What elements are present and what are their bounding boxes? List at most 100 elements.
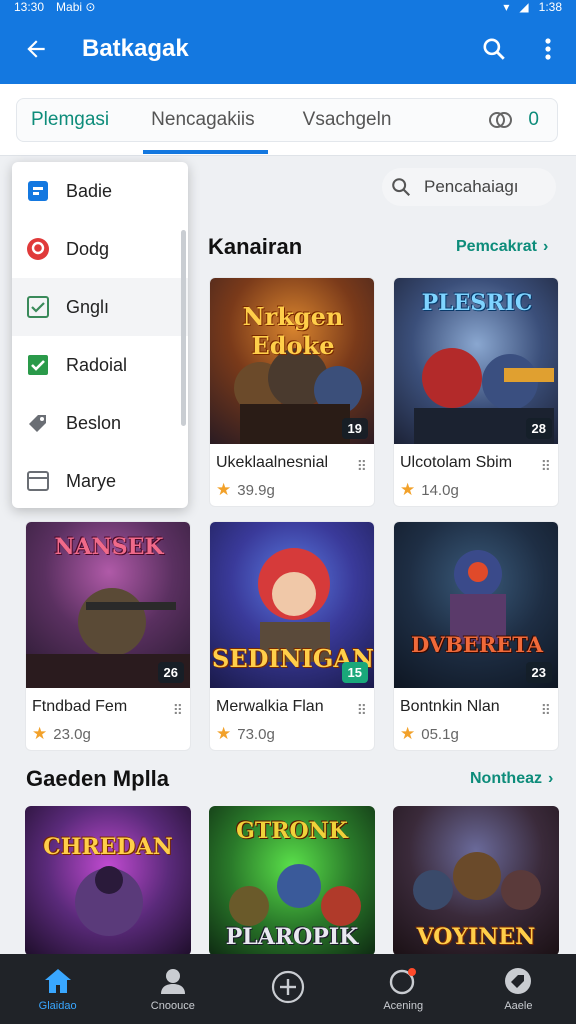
nav-home[interactable]: Glaidao xyxy=(0,954,115,1024)
tag-icon xyxy=(29,415,46,432)
game-art-subtitle: PLAROPIK xyxy=(225,924,359,950)
toggle-icon xyxy=(489,112,513,128)
game-rating-value: 39.9g xyxy=(237,481,275,499)
nav-add[interactable] xyxy=(230,954,345,1024)
section-title: Kanairan xyxy=(208,234,303,259)
nav-tags[interactable]: Aaele xyxy=(461,954,576,1024)
game-rating-value: 14.0g xyxy=(421,481,459,499)
more-dots-icon[interactable]: ⠿ xyxy=(541,458,551,475)
section-see-all-link[interactable]: Nontheaz › xyxy=(470,770,553,788)
game-badge: 23 xyxy=(525,662,552,683)
more-vert-icon xyxy=(545,38,551,60)
dropdown-item[interactable]: Gnglı xyxy=(12,278,188,336)
tab-extra-count: 0 xyxy=(528,109,539,130)
dropdown-item-label: Beslon xyxy=(66,412,122,433)
game-art-title: DVBERETA xyxy=(410,632,544,657)
status-time: 13:30 xyxy=(14,0,45,14)
nav-label: Aaele xyxy=(504,1000,533,1012)
app-bar: Batkagak xyxy=(0,14,576,84)
game-name: Ftndbad Fem xyxy=(32,698,128,715)
star-icon: ★ xyxy=(400,724,416,743)
game-rating: ★ 05.1g xyxy=(400,724,459,744)
dropdown-item[interactable]: Badie xyxy=(12,162,188,220)
dropdown-scrollbar[interactable] xyxy=(181,230,186,426)
star-icon: ★ xyxy=(216,480,232,499)
nav-label: Cnoouce xyxy=(150,1000,195,1012)
search-icon xyxy=(483,38,505,60)
notification-icon xyxy=(390,968,417,995)
tab-vsachgeln[interactable]: Vsachgeln xyxy=(303,98,392,142)
game-name: Merwalkia Flan xyxy=(216,698,324,715)
status-battery: 1:38 xyxy=(538,0,562,14)
tab-extra[interactable]: 0 xyxy=(488,109,539,131)
more-dots-icon[interactable]: ⠿ xyxy=(357,702,367,719)
dropdown-item-label: Dodg xyxy=(66,238,110,259)
profile-icon xyxy=(160,969,185,994)
tab-nencagakiis[interactable]: Nencagakiis xyxy=(151,98,255,142)
page-title: Batkagak xyxy=(82,35,189,62)
dropdown-item[interactable]: Marye xyxy=(12,452,188,508)
nav-label: Acening xyxy=(383,1000,424,1012)
dropdown-item-label: Radoial xyxy=(66,354,128,375)
game-card[interactable]: DVBERETA 23 Bontnkin Nlan ⠿ ★ 05.1g xyxy=(393,521,559,751)
chevron-right-icon: › xyxy=(548,770,554,787)
dropdown-item-label: Marye xyxy=(66,470,117,491)
search-icon xyxy=(392,178,411,197)
nav-activity[interactable]: Acening xyxy=(346,954,461,1024)
game-art-title: NANSEK xyxy=(54,534,164,560)
dropdown-menu: Badie Dodg Gnglı Radoial Beslon Marye xyxy=(12,162,188,508)
star-icon: ★ xyxy=(400,480,416,499)
dropdown-item[interactable]: Radoial xyxy=(12,336,188,394)
dropdown-item[interactable]: Dodg xyxy=(12,220,188,278)
back-button[interactable] xyxy=(16,29,56,69)
dropdown-item[interactable]: Beslon xyxy=(12,394,188,452)
section-see-all-link[interactable]: Pemcakrat › xyxy=(456,238,548,256)
game-card[interactable]: PLESRIC 28 Ulcotolam Sbim ⠿ ★ 14.0g xyxy=(393,277,559,507)
game-name: Ukeklaalnesnial xyxy=(216,454,329,471)
status-carrier: Mabi ⊙ xyxy=(56,0,96,14)
tab-plemgasi[interactable]: Plemgasi xyxy=(31,98,109,142)
game-card[interactable]: VOYINEN 23 xyxy=(393,806,559,956)
game-rating-value: 23.0g xyxy=(53,725,91,743)
dropdown-item-label: Gnglı xyxy=(66,296,110,317)
search-input[interactable]: Pencahaiagı xyxy=(382,168,556,206)
back-arrow-icon xyxy=(27,40,45,58)
game-rating-value: 05.1g xyxy=(421,725,459,743)
game-art-title: GTRONK xyxy=(236,818,348,844)
wifi-icon: ▾ xyxy=(503,0,510,14)
game-rating: ★ 39.9g xyxy=(216,480,275,500)
calendar-icon xyxy=(27,471,49,491)
game-card[interactable]: Nrkgen Edoke 19 Ukeklaalnesnial ⠿ ★ 39.9… xyxy=(209,277,375,507)
game-rating-value: 73.0g xyxy=(237,725,275,743)
search-button[interactable] xyxy=(474,29,514,69)
bottom-navigation: Glaidao Cnoouce Acening Aaele xyxy=(0,954,576,1024)
checkbox-checked-icon xyxy=(28,355,48,375)
game-card[interactable]: SEDINIGAN 15 Merwalkia Flan ⠿ ★ 73.0g xyxy=(209,521,375,751)
game-card[interactable]: CHREDAN 19 xyxy=(25,806,191,956)
game-card[interactable]: GTRONK PLAROPIK 15 xyxy=(209,806,375,956)
game-name: Ulcotolam Sbim xyxy=(400,454,513,471)
nav-label: Glaidao xyxy=(38,1000,77,1012)
section-title: Gaeden Mplla xyxy=(26,766,170,791)
game-card[interactable]: NANSEK 26 Ftndbad Fem ⠿ ★ 23.0g xyxy=(25,521,191,751)
active-tab-indicator xyxy=(143,150,268,154)
game-badge: 15 xyxy=(341,662,368,683)
nav-profile[interactable]: Cnoouce xyxy=(115,954,230,1024)
game-rating: ★ 73.0g xyxy=(216,724,275,744)
game-badge: 28 xyxy=(525,418,552,439)
see-all-label: Nontheaz xyxy=(470,770,542,787)
game-art-title: CHREDAN xyxy=(43,834,173,860)
star-icon: ★ xyxy=(32,724,48,743)
game-art-title: PLESRIC xyxy=(421,290,533,316)
more-dots-icon[interactable]: ⠿ xyxy=(357,458,367,475)
more-options-button[interactable] xyxy=(536,29,560,69)
game-badge: 19 xyxy=(341,418,368,439)
home-icon xyxy=(44,969,71,993)
more-dots-icon[interactable]: ⠿ xyxy=(173,702,183,719)
bookmark-icon xyxy=(28,181,48,201)
tag-icon xyxy=(505,968,532,994)
more-dots-icon[interactable]: ⠿ xyxy=(541,702,551,719)
signal-icon: ◢ xyxy=(519,0,529,14)
tab-bar: Plemgasi Nencagakiis Vsachgeln 0 xyxy=(0,84,576,156)
chevron-right-icon: › xyxy=(542,238,549,255)
